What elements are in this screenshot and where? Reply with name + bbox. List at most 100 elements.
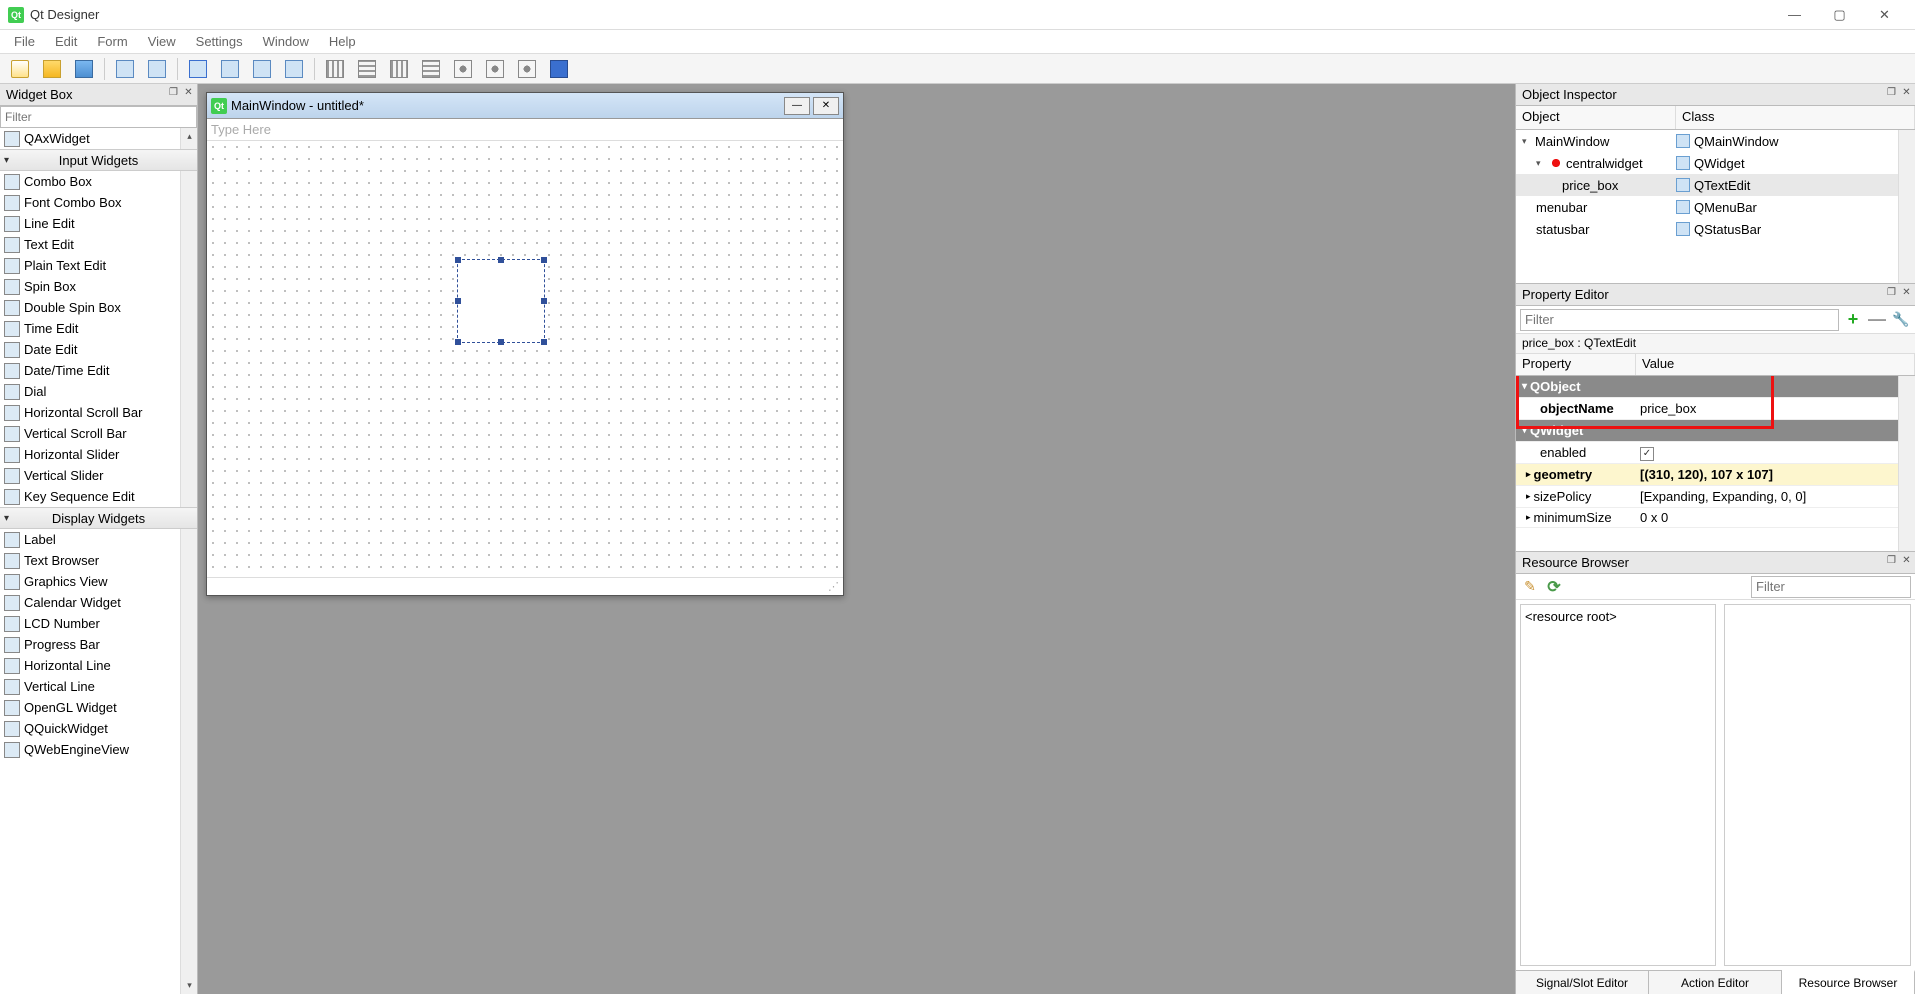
layout-vert-splitter-button[interactable] (416, 56, 446, 82)
tab-resource-browser[interactable]: Resource Browser (1782, 970, 1915, 994)
form-minimize-icon[interactable]: — (784, 97, 810, 115)
restore-icon[interactable]: ❐ (1885, 286, 1898, 299)
prop-row-minimumSize[interactable]: ▸minimumSize0 x 0 (1516, 508, 1915, 528)
prop-row-sizePolicy[interactable]: ▸sizePolicy[Expanding, Expanding, 0, 0] (1516, 486, 1915, 508)
widget-item-text-edit[interactable]: Text Edit (0, 234, 197, 255)
object-inspector-body[interactable]: ▾MainWindowQMainWindow▾centralwidgetQWid… (1516, 130, 1915, 283)
prop-row-geometry[interactable]: ▸geometry[(310, 120), 107 x 107] (1516, 464, 1915, 486)
form-titlebar[interactable]: Qt MainWindow - untitled* — ✕ (207, 93, 843, 119)
widget-item-time-edit[interactable]: Time Edit (0, 318, 197, 339)
widget-item-dial[interactable]: Dial (0, 381, 197, 402)
object-inspector-title[interactable]: Object Inspector ❐ ✕ (1516, 84, 1915, 106)
oi-row-price_box[interactable]: price_boxQTextEdit (1516, 174, 1915, 196)
widget-item-qquickwidget[interactable]: QQuickWidget (0, 718, 197, 739)
oi-row-MainWindow[interactable]: ▾MainWindowQMainWindow (1516, 130, 1915, 152)
edit-buddies-button[interactable] (247, 56, 277, 82)
selected-widget-price-box[interactable] (457, 259, 545, 343)
widget-item-horizontal-line[interactable]: Horizontal Line (0, 655, 197, 676)
widget-list-scrollbar[interactable]: ▴ ▾ (180, 128, 197, 994)
property-editor-title[interactable]: Property Editor ❐ ✕ (1516, 284, 1915, 306)
property-filter-input[interactable] (1520, 309, 1839, 331)
widget-list[interactable]: ▴ ▾ QAxWidget▾Input WidgetsCombo BoxFont… (0, 128, 197, 994)
resize-handle-bc[interactable] (498, 339, 504, 345)
widget-item-graphics-view[interactable]: Graphics View (0, 571, 197, 592)
minimize-button[interactable]: — (1772, 0, 1817, 30)
widget-item-double-spin-box[interactable]: Double Spin Box (0, 297, 197, 318)
resource-browser-title[interactable]: Resource Browser ❐ ✕ (1516, 552, 1915, 574)
widget-category-input-widgets[interactable]: ▾Input Widgets (0, 149, 197, 171)
widget-item-vertical-slider[interactable]: Vertical Slider (0, 465, 197, 486)
widget-category-display-widgets[interactable]: ▾Display Widgets (0, 507, 197, 529)
checkbox-icon[interactable]: ✓ (1640, 447, 1654, 461)
resize-handle-tl[interactable] (455, 257, 461, 263)
restore-icon[interactable]: ❐ (1885, 554, 1898, 567)
resource-filter-input[interactable] (1751, 576, 1911, 598)
widget-item-opengl-widget[interactable]: OpenGL Widget (0, 697, 197, 718)
send-back-button[interactable] (110, 56, 140, 82)
layout-horiz-splitter-button[interactable] (384, 56, 414, 82)
prop-row-enabled[interactable]: enabled✓ (1516, 442, 1915, 464)
widget-item-combo-box[interactable]: Combo Box (0, 171, 197, 192)
edit-signals-button[interactable] (215, 56, 245, 82)
widget-item-line-edit[interactable]: Line Edit (0, 213, 197, 234)
prop-row-objectName[interactable]: objectNameprice_box (1516, 398, 1915, 420)
layout-horiz-button[interactable] (320, 56, 350, 82)
dock-close-icon[interactable]: ✕ (1900, 86, 1913, 99)
oi-row-centralwidget[interactable]: ▾centralwidgetQWidget (1516, 152, 1915, 174)
widget-item-key-sequence-edit[interactable]: Key Sequence Edit (0, 486, 197, 507)
widget-item-text-browser[interactable]: Text Browser (0, 550, 197, 571)
widget-item-calendar-widget[interactable]: Calendar Widget (0, 592, 197, 613)
new-file-button[interactable] (5, 56, 35, 82)
expander-icon[interactable]: ▸ (1526, 491, 1531, 502)
prop-group-QWidget[interactable]: ▾QWidget (1516, 420, 1915, 442)
restore-icon[interactable]: ❐ (167, 86, 180, 99)
dock-close-icon[interactable]: ✕ (1900, 554, 1913, 567)
menu-form[interactable]: Form (87, 30, 137, 53)
resize-handle-lc[interactable] (455, 298, 461, 304)
menu-edit[interactable]: Edit (45, 30, 87, 53)
resize-grip-icon[interactable]: ⋰ (828, 580, 839, 593)
expander-icon[interactable]: ▾ (1536, 158, 1546, 169)
dock-close-icon[interactable]: ✕ (1900, 286, 1913, 299)
widget-item-font-combo-box[interactable]: Font Combo Box (0, 192, 197, 213)
reload-resources-icon[interactable]: ⟳ (1544, 577, 1564, 597)
prop-scrollbar[interactable] (1898, 376, 1915, 551)
edit-tabs-button[interactable] (279, 56, 309, 82)
oi-scrollbar[interactable] (1898, 130, 1915, 283)
break-layout-button[interactable] (512, 56, 542, 82)
resize-handle-tc[interactable] (498, 257, 504, 263)
expander-icon[interactable]: ▸ (1526, 469, 1531, 480)
resize-handle-bl[interactable] (455, 339, 461, 345)
maximize-button[interactable]: ▢ (1817, 0, 1862, 30)
widget-item-qaxwidget[interactable]: QAxWidget (0, 128, 197, 149)
resource-preview[interactable] (1724, 604, 1912, 966)
save-file-button[interactable] (69, 56, 99, 82)
resource-tree[interactable]: <resource root> (1520, 604, 1716, 966)
tab-action-editor[interactable]: Action Editor (1649, 971, 1782, 994)
widget-item-label[interactable]: Label (0, 529, 197, 550)
widget-item-vertical-line[interactable]: Vertical Line (0, 676, 197, 697)
widget-item-progress-bar[interactable]: Progress Bar (0, 634, 197, 655)
widget-item-plain-text-edit[interactable]: Plain Text Edit (0, 255, 197, 276)
menu-help[interactable]: Help (319, 30, 366, 53)
oi-row-statusbar[interactable]: statusbarQStatusBar (1516, 218, 1915, 240)
widget-item-horizontal-scroll-bar[interactable]: Horizontal Scroll Bar (0, 402, 197, 423)
widget-item-qwebengineview[interactable]: QWebEngineView (0, 739, 197, 760)
scroll-down-icon[interactable]: ▾ (181, 977, 197, 994)
oi-col-class[interactable]: Class (1676, 106, 1915, 129)
form-menubar[interactable]: Type Here (207, 119, 843, 141)
form-close-icon[interactable]: ✕ (813, 97, 839, 115)
type-here-placeholder[interactable]: Type Here (211, 122, 271, 137)
resize-handle-rc[interactable] (541, 298, 547, 304)
tab-signal-slot-editor[interactable]: Signal/Slot Editor (1516, 971, 1649, 994)
layout-form-button[interactable] (480, 56, 510, 82)
widget-box-title[interactable]: Widget Box ❐ ✕ (0, 84, 197, 106)
property-editor-body[interactable]: ▾QObjectobjectNameprice_box▾QWidgetenabl… (1516, 376, 1915, 551)
menu-window[interactable]: Window (253, 30, 319, 53)
adjust-size-button[interactable] (544, 56, 574, 82)
layout-vert-button[interactable] (352, 56, 382, 82)
expander-icon[interactable]: ▸ (1526, 512, 1531, 523)
resize-handle-tr[interactable] (541, 257, 547, 263)
resource-root-label[interactable]: <resource root> (1525, 609, 1617, 624)
menu-view[interactable]: View (138, 30, 186, 53)
